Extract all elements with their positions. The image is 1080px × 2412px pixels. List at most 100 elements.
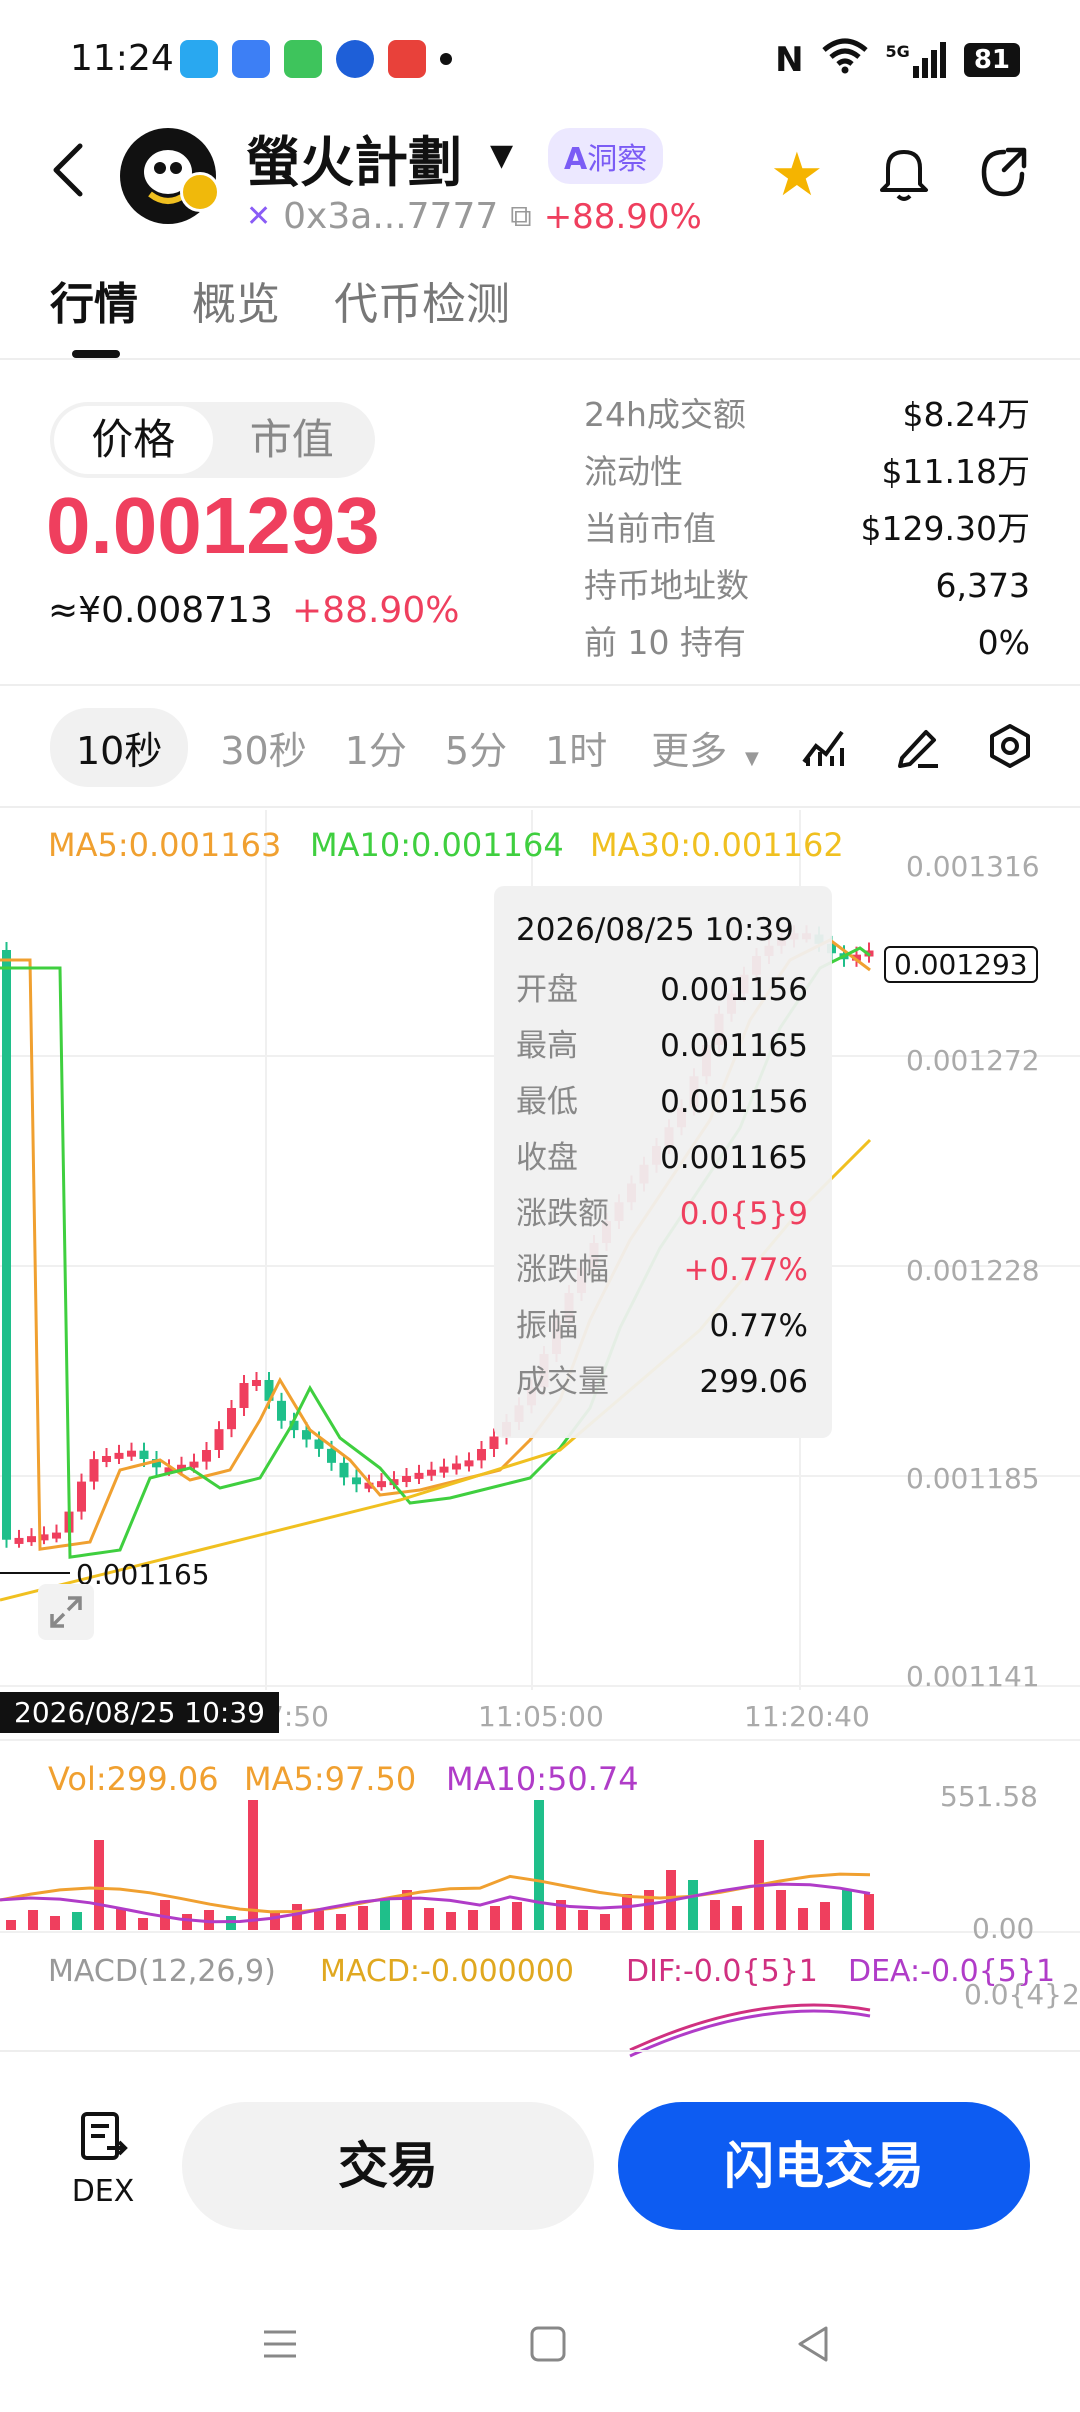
- tooltip-label: 最高: [516, 1028, 578, 1064]
- stat-label: 前 10 持有: [584, 623, 746, 662]
- time-axis-label: 11:20:40: [744, 1700, 870, 1733]
- tab-token-check[interactable]: 代币检测: [334, 268, 510, 332]
- interval-1h[interactable]: 1时: [539, 708, 613, 787]
- chevron-down-icon[interactable]: ▼: [490, 138, 513, 173]
- vol-axis-bottom: 0.00: [972, 1912, 1035, 1945]
- tooltip-value: 0.001156: [660, 1084, 808, 1120]
- stat-label: 持币地址数: [584, 566, 749, 605]
- vol-ma5-legend: MA5:97.50: [244, 1760, 417, 1798]
- stats-panel: 24h成交额 $8.24万 流动性 $11.18万 当前市值 $129.30万 持币地…: [584, 386, 1030, 671]
- stat-row: 24h成交额 $8.24万: [584, 386, 1030, 443]
- ai-insight-label: 洞察: [587, 142, 648, 177]
- volume-bar: [72, 1912, 82, 1930]
- favorite-star-icon[interactable]: ★: [770, 140, 824, 210]
- volume-bar: [6, 1920, 16, 1930]
- stat-value: 6,373: [935, 566, 1030, 605]
- main-tabs: 行情 概览 代币检测: [50, 268, 510, 332]
- macd-dif: DIF:-0.0{5}1: [626, 1954, 818, 1989]
- ma30-legend: MA30:0.001162: [590, 826, 844, 864]
- ai-insight-badge[interactable]: A洞察: [548, 128, 664, 184]
- volume-bar: [270, 1912, 280, 1930]
- back-button[interactable]: [44, 140, 94, 200]
- tooltip-value: 0.0{5}9: [679, 1196, 808, 1232]
- stat-label: 24h成交额: [584, 395, 746, 434]
- menu-nav-icon[interactable]: [258, 2322, 302, 2366]
- nfc-icon: N: [775, 39, 804, 80]
- volume-bar: [116, 1908, 126, 1930]
- volume-bar: [336, 1914, 346, 1930]
- tooltip-value: 0.001165: [660, 1028, 808, 1064]
- vol-legend: Vol:299.06: [48, 1760, 219, 1798]
- divider: [0, 684, 1080, 686]
- toggle-market-cap[interactable]: 市值: [213, 406, 372, 474]
- price-axis-label: 0.001316: [906, 850, 1040, 883]
- share-icon[interactable]: [976, 144, 1032, 200]
- dex-icon: [81, 2112, 128, 2160]
- flash-trade-button[interactable]: 闪电交易: [618, 2102, 1030, 2230]
- macd-axis-label: 0.0{4}26: [964, 1978, 1080, 2011]
- low-marker-label: 0.001165: [76, 1558, 210, 1591]
- interval-10s[interactable]: 10秒: [50, 708, 189, 787]
- tooltip-label: 振幅: [516, 1308, 578, 1344]
- trade-button[interactable]: 交易: [182, 2102, 594, 2230]
- dex-button[interactable]: DEX: [66, 2110, 140, 2209]
- interval-5m[interactable]: 5分: [439, 708, 513, 787]
- interval-30s[interactable]: 30秒: [214, 708, 312, 787]
- contract-address: 0x3a...7777: [283, 196, 499, 237]
- volume-bar: [94, 1840, 104, 1930]
- token-name[interactable]: 螢火計劃: [246, 118, 462, 197]
- volume-bar: [776, 1890, 786, 1930]
- interval-1m[interactable]: 1分: [339, 708, 413, 787]
- tooltip-row: 最高 0.001165: [516, 1018, 808, 1074]
- back-nav-icon[interactable]: [792, 2322, 836, 2366]
- notification-icons: [180, 40, 452, 78]
- toggle-price[interactable]: 价格: [54, 406, 213, 474]
- stat-row: 前 10 持有 0%: [584, 614, 1030, 671]
- tooltip-row: 成交量 299.06: [516, 1354, 808, 1410]
- volume-bar: [446, 1912, 456, 1930]
- volume-bar: [578, 1910, 588, 1930]
- volume-bar: [710, 1900, 720, 1930]
- volume-bar: [468, 1910, 478, 1930]
- vol-ma10-legend: MA10:50.74: [446, 1760, 639, 1798]
- volume-bar: [732, 1906, 742, 1930]
- volume-bar: [798, 1908, 808, 1930]
- address-change-pct: +88.90%: [543, 196, 702, 237]
- stat-row: 流动性 $11.18万: [584, 443, 1030, 500]
- macd-value: MACD:-0.000000: [320, 1954, 575, 1989]
- divider: [0, 2050, 1080, 2052]
- settings-gear-icon[interactable]: [986, 722, 1034, 770]
- tab-overview[interactable]: 概览: [192, 268, 280, 332]
- tooltip-row: 最低 0.001156: [516, 1074, 808, 1130]
- price-axis-label: 0.001141: [906, 1660, 1040, 1693]
- divider: [0, 806, 1080, 808]
- price-marketcap-toggle[interactable]: 价格 市值: [50, 402, 375, 478]
- vol-axis-top: 551.58: [940, 1780, 1038, 1813]
- status-right: N 5G 81: [775, 38, 1020, 81]
- bell-icon[interactable]: [876, 142, 932, 202]
- status-time: 11:24: [70, 38, 174, 79]
- interval-more[interactable]: 更多 ▼: [639, 708, 771, 787]
- draw-pen-icon[interactable]: [894, 722, 942, 770]
- volume-bar: [380, 1900, 390, 1930]
- tooltip-time: 2026/08/25 10:39: [516, 912, 794, 948]
- indicator-icon[interactable]: [800, 722, 848, 770]
- dex-label: DEX: [71, 2174, 135, 2209]
- tooltip-row: 涨跌额 0.0{5}9: [516, 1186, 808, 1242]
- copy-icon[interactable]: ⧉: [510, 199, 531, 234]
- home-nav-icon[interactable]: [526, 2322, 570, 2366]
- stat-value: $11.18万: [881, 452, 1030, 491]
- game-icon: [388, 40, 426, 78]
- tab-market[interactable]: 行情: [50, 268, 138, 332]
- crosshair-date-label: 2026/08/25 10:39: [0, 1692, 279, 1733]
- volume-bar: [50, 1916, 60, 1930]
- price-axis-label: 0.001272: [906, 1044, 1040, 1077]
- bnb-chain-icon: [180, 172, 220, 212]
- stat-row: 持币地址数 6,373: [584, 557, 1030, 614]
- expand-chart-button[interactable]: [38, 1584, 94, 1640]
- tooltip-row: 振幅 0.77%: [516, 1298, 808, 1354]
- volume-bar: [28, 1910, 38, 1930]
- volume-bar: [864, 1894, 874, 1930]
- address-row: ✕ 0x3a...7777 ⧉ +88.90%: [246, 196, 702, 237]
- volume-bar: [182, 1914, 192, 1930]
